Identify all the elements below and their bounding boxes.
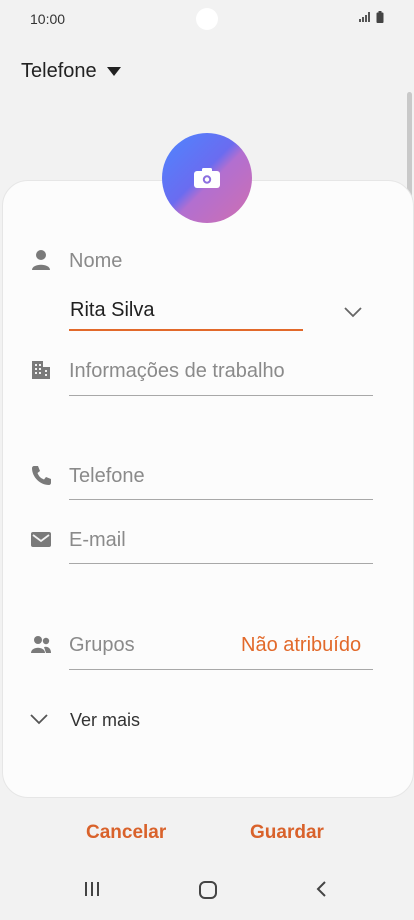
- recent-apps-icon[interactable]: [83, 880, 101, 898]
- phone-input-underline: [69, 499, 373, 500]
- building-icon: [32, 361, 50, 379]
- save-button[interactable]: Guardar: [250, 822, 324, 844]
- phone-icon: [32, 466, 51, 485]
- phone-input[interactable]: Telefone: [69, 465, 145, 488]
- home-icon[interactable]: [198, 880, 218, 900]
- status-time: 10:00: [30, 11, 66, 27]
- email-icon: [31, 532, 51, 547]
- groups-icon: [31, 636, 51, 653]
- name-section-label: Nome: [69, 250, 123, 272]
- account-label: Telefone: [21, 60, 97, 82]
- name-input[interactable]: Rita Silva: [70, 299, 154, 322]
- dropdown-arrow-icon: [106, 67, 121, 76]
- signal-icon: [359, 12, 370, 22]
- status-icons: [359, 11, 384, 23]
- account-selector[interactable]: Telefone: [21, 60, 121, 83]
- phone-screen: 10:00 Telefone Nome Rita Silva Informaçõ…: [0, 0, 414, 920]
- email-input[interactable]: E-mail: [69, 529, 126, 552]
- groups-value[interactable]: Não atribuído: [241, 634, 361, 657]
- camera-icon: [194, 168, 220, 188]
- person-icon: [32, 250, 50, 270]
- see-more-button[interactable]: Ver mais: [70, 710, 140, 731]
- contact-form-card: [2, 180, 414, 798]
- chevron-down-icon: [30, 714, 48, 725]
- cancel-button[interactable]: Cancelar: [86, 822, 166, 844]
- battery-icon: [376, 11, 384, 23]
- front-camera: [196, 8, 218, 30]
- expand-name-chevron-icon[interactable]: [344, 306, 362, 318]
- work-info-underline: [69, 395, 373, 396]
- back-icon[interactable]: [314, 880, 328, 898]
- email-input-underline: [69, 563, 373, 564]
- contact-photo-button[interactable]: [162, 133, 252, 223]
- groups-underline: [69, 669, 373, 670]
- work-info-input[interactable]: Informações de trabalho: [69, 360, 285, 383]
- groups-label: Grupos: [69, 634, 135, 656]
- name-input-underline: [69, 329, 303, 331]
